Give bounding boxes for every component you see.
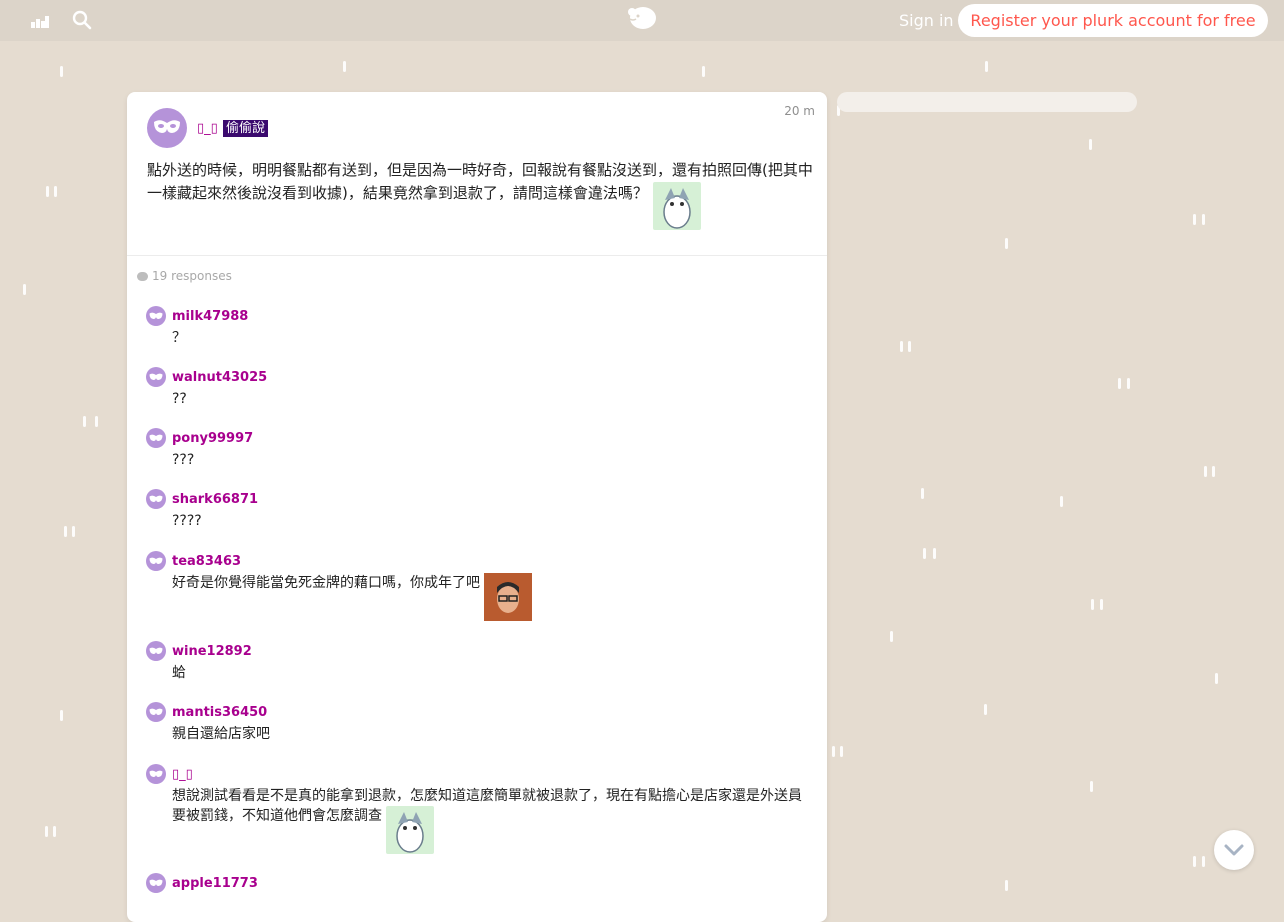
rain-mark [54,186,57,197]
rain-mark [984,704,987,715]
rain-mark [60,710,63,721]
anonymous-mask-icon[interactable] [146,641,166,661]
anonymous-mask-icon[interactable] [146,873,166,893]
rain-mark [53,826,56,837]
rain-mark [923,548,926,559]
anonymous-mask-icon[interactable] [147,108,187,148]
rain-mark [1202,214,1205,225]
rain-mark [1212,466,1215,477]
rain-mark [1193,856,1196,867]
bear-emoticon [386,806,435,854]
rain-mark [72,526,75,537]
rain-mark [1005,238,1008,249]
rain-mark [64,526,67,537]
anonymous-mask-icon[interactable] [146,367,166,387]
response-author[interactable]: tea83463 [172,554,241,569]
anonymous-mask-icon[interactable] [146,489,166,509]
rain-mark [890,631,893,642]
response-text: 好奇是你覺得能當免死金牌的藉口嗎，你成年了吧 [172,575,480,591]
rain-mark [1193,214,1196,225]
register-button[interactable]: Register your plurk account for free [958,4,1268,37]
rain-mark [908,341,911,352]
search-icon[interactable] [72,10,94,32]
scroll-down-button[interactable] [1214,830,1254,870]
comment-bubble-icon [137,272,148,281]
response-text: 蛤 [172,665,186,681]
anonymous-mask-icon[interactable] [146,764,166,784]
rain-mark [1204,466,1207,477]
sign-in-link[interactable]: Sign in [899,11,954,30]
rain-mark [1089,139,1092,150]
anonymous-mask-icon[interactable] [146,551,166,571]
stats-icon[interactable] [30,10,52,32]
bear-emoticon [652,182,701,230]
response-author[interactable]: milk47988 [172,309,248,324]
rain-mark [1127,378,1130,389]
top-bar: Sign in Register your plurk account for … [0,0,1284,41]
response-author[interactable]: pony99997 [172,431,253,446]
post-qualifier: 偷偷說 [223,120,269,137]
post-text: 點外送的時候，明明餐點都有送到，但是因為一時好奇，回報說有餐點沒送到，還有拍照回… [147,161,813,202]
rain-mark [702,66,705,77]
rain-mark [921,488,924,499]
anonymous-mask-icon[interactable] [146,702,166,722]
response-author[interactable]: shark66871 [172,492,258,507]
post-author[interactable]: ▯_▯ [197,121,218,136]
rain-mark [1060,496,1063,507]
anonymous-mask-icon[interactable] [146,428,166,448]
responses-count-label: 19 responses [152,269,232,283]
rain-mark [933,548,936,559]
response-author[interactable]: mantis36450 [172,705,267,720]
response-text: ???? [172,513,202,529]
rain-mark [83,416,86,427]
divider [127,255,827,256]
reaction-photo[interactable] [484,573,533,621]
rain-mark [46,186,49,197]
response-content: 想說測試看看是不是真的能拿到退款，怎麼知道這麼簡單就被退款了，現在有點擔心是店家… [172,786,812,854]
response-author[interactable]: walnut43025 [172,370,267,385]
rain-mark [1005,880,1008,891]
response-author[interactable]: ▯_▯ [172,767,193,782]
rain-mark [985,61,988,72]
rain-mark [23,284,26,295]
post-time: 20 m [784,104,815,118]
anonymous-mask-icon[interactable] [146,306,166,326]
post-content: 點外送的時候，明明餐點都有送到，但是因為一時好奇，回報說有餐點沒送到，還有拍照回… [147,159,815,230]
rain-mark [1100,599,1103,610]
rain-mark [343,61,346,72]
responses-count: 19 responses [137,269,232,283]
chevron-down-icon [1224,844,1244,856]
rain-mark [45,826,48,837]
response-text: ？ [172,330,186,346]
rain-mark [840,746,843,757]
response-content: 好奇是你覺得能當免死金牌的藉口嗎，你成年了吧 [172,573,812,621]
rain-mark [1118,378,1121,389]
rain-mark [832,746,835,757]
plurk-card: 20 m ▯_▯ 偷偷說 點外送的時候，明明餐點都有送到，但是因為一時好奇，回報… [127,92,827,922]
rain-mark [900,341,903,352]
response-author[interactable]: apple11773 [172,876,258,891]
sidebar-placeholder [837,92,1137,112]
response-text: ?? [172,391,187,407]
plurk-logo-icon[interactable] [626,3,658,31]
response-text: 想說測試看看是不是真的能拿到退款，怎麼知道這麼簡單就被退款了，現在有點擔心是店家… [172,788,802,824]
rain-mark [1091,599,1094,610]
rain-mark [95,416,98,427]
rain-mark [60,66,63,77]
response-text: ??? [172,452,195,468]
rain-mark [1215,673,1218,684]
response-author[interactable]: wine12892 [172,644,252,659]
rain-mark [1202,856,1205,867]
response-text: 親自還給店家吧 [172,726,270,742]
rain-mark [1090,781,1093,792]
